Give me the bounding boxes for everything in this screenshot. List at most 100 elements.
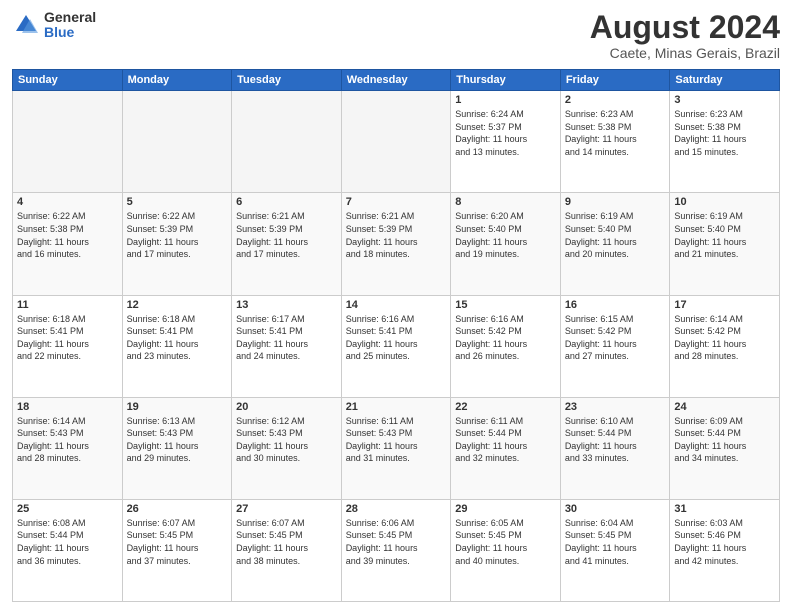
day-info: Sunrise: 6:18 AMSunset: 5:41 PMDaylight:… <box>17 313 118 363</box>
day-number: 29 <box>455 503 556 515</box>
calendar-table: SundayMondayTuesdayWednesdayThursdayFrid… <box>12 69 780 602</box>
logo-text: General Blue <box>44 10 96 41</box>
calendar-cell: 2 Sunrise: 6:23 AMSunset: 5:38 PMDaylight… <box>560 91 670 193</box>
day-info: Sunrise: 6:21 AMSunset: 5:39 PMDaylight:… <box>346 210 447 260</box>
day-number: 9 <box>565 196 666 208</box>
day-info: Sunrise: 6:21 AMSunset: 5:39 PMDaylight:… <box>236 210 337 260</box>
column-header-saturday: Saturday <box>670 70 780 91</box>
calendar-cell: 29 Sunrise: 6:05 AMSunset: 5:45 PMDayligh… <box>451 499 561 601</box>
week-row-1: 1Sunrise: 6:24 AMSunset: 5:37 PMDaylight… <box>13 91 780 193</box>
calendar-cell: 18Sunrise: 6:14 AMSunset: 5:43 PMDayligh… <box>13 397 123 499</box>
day-info: Sunrise: 6:22 AMSunset: 5:38 PMDaylight:… <box>17 210 118 260</box>
day-number: 21 <box>346 401 447 413</box>
calendar-cell: 28 Sunrise: 6:06 AMSunset: 5:45 PMDayligh… <box>341 499 451 601</box>
day-number: 8 <box>455 196 556 208</box>
day-info: Sunrise: 6:16 AMSunset: 5:41 PMDaylight:… <box>346 313 447 363</box>
calendar-cell: 6 Sunrise: 6:21 AMSunset: 5:39 PMDaylight… <box>232 193 342 295</box>
calendar-cell: 15 Sunrise: 6:16 AMSunset: 5:42 PMDayligh… <box>451 295 561 397</box>
column-header-monday: Monday <box>122 70 232 91</box>
day-number: 28 <box>346 503 447 515</box>
day-number: 16 <box>565 299 666 311</box>
title-block: August 2024 Caete, Minas Gerais, Brazil <box>590 10 780 61</box>
calendar-cell: 24Sunrise: 6:09 AMSunset: 5:44 PMDayligh… <box>670 397 780 499</box>
day-number: 10 <box>674 196 775 208</box>
day-info: Sunrise: 6:05 AMSunset: 5:45 PMDaylight:… <box>455 517 556 567</box>
calendar-cell: 30 Sunrise: 6:04 AMSunset: 5:45 PMDayligh… <box>560 499 670 601</box>
calendar-cell: 12Sunrise: 6:18 AMSunset: 5:41 PMDayligh… <box>122 295 232 397</box>
day-info: Sunrise: 6:15 AMSunset: 5:42 PMDaylight:… <box>565 313 666 363</box>
day-number: 27 <box>236 503 337 515</box>
day-info: Sunrise: 6:18 AMSunset: 5:41 PMDaylight:… <box>127 313 228 363</box>
day-info: Sunrise: 6:10 AMSunset: 5:44 PMDaylight:… <box>565 415 666 465</box>
day-info: Sunrise: 6:07 AMSunset: 5:45 PMDaylight:… <box>236 517 337 567</box>
calendar-cell: 14 Sunrise: 6:16 AMSunset: 5:41 PMDayligh… <box>341 295 451 397</box>
day-info: Sunrise: 6:14 AMSunset: 5:42 PMDaylight:… <box>674 313 775 363</box>
day-info: Sunrise: 6:22 AMSunset: 5:39 PMDaylight:… <box>127 210 228 260</box>
day-info: Sunrise: 6:03 AMSunset: 5:46 PMDaylight:… <box>674 517 775 567</box>
page-title: August 2024 <box>590 10 780 45</box>
header-row: SundayMondayTuesdayWednesdayThursdayFrid… <box>13 70 780 91</box>
day-info: Sunrise: 6:06 AMSunset: 5:45 PMDaylight:… <box>346 517 447 567</box>
day-number: 22 <box>455 401 556 413</box>
logo-blue-text: Blue <box>44 25 96 40</box>
week-row-4: 18Sunrise: 6:14 AMSunset: 5:43 PMDayligh… <box>13 397 780 499</box>
calendar-cell: 16 Sunrise: 6:15 AMSunset: 5:42 PMDayligh… <box>560 295 670 397</box>
day-number: 20 <box>236 401 337 413</box>
calendar-cell <box>341 91 451 193</box>
day-number: 14 <box>346 299 447 311</box>
day-number: 6 <box>236 196 337 208</box>
day-info: Sunrise: 6:11 AMSunset: 5:44 PMDaylight:… <box>455 415 556 465</box>
calendar-cell: 31 Sunrise: 6:03 AMSunset: 5:46 PMDayligh… <box>670 499 780 601</box>
day-info: Sunrise: 6:08 AMSunset: 5:44 PMDaylight:… <box>17 517 118 567</box>
calendar-cell: 3Sunrise: 6:23 AMSunset: 5:38 PMDaylight… <box>670 91 780 193</box>
day-number: 5 <box>127 196 228 208</box>
day-info: Sunrise: 6:23 AMSunset: 5:38 PMDaylight:… <box>565 108 666 158</box>
week-row-3: 11 Sunrise: 6:18 AMSunset: 5:41 PMDayligh… <box>13 295 780 397</box>
day-number: 26 <box>127 503 228 515</box>
day-number: 17 <box>674 299 775 311</box>
day-info: Sunrise: 6:14 AMSunset: 5:43 PMDaylight:… <box>17 415 118 465</box>
calendar-cell: 25 Sunrise: 6:08 AMSunset: 5:44 PMDayligh… <box>13 499 123 601</box>
day-number: 30 <box>565 503 666 515</box>
day-info: Sunrise: 6:11 AMSunset: 5:43 PMDaylight:… <box>346 415 447 465</box>
calendar-cell: 8Sunrise: 6:20 AMSunset: 5:40 PMDaylight… <box>451 193 561 295</box>
day-number: 24 <box>674 401 775 413</box>
logo-general-text: General <box>44 10 96 25</box>
calendar-cell: 17 Sunrise: 6:14 AMSunset: 5:42 PMDayligh… <box>670 295 780 397</box>
column-header-thursday: Thursday <box>451 70 561 91</box>
day-number: 31 <box>674 503 775 515</box>
calendar-cell: 1Sunrise: 6:24 AMSunset: 5:37 PMDaylight… <box>451 91 561 193</box>
calendar-cell: 22 Sunrise: 6:11 AMSunset: 5:44 PMDayligh… <box>451 397 561 499</box>
day-info: Sunrise: 6:16 AMSunset: 5:42 PMDaylight:… <box>455 313 556 363</box>
calendar-cell: 19Sunrise: 6:13 AMSunset: 5:43 PMDayligh… <box>122 397 232 499</box>
day-number: 7 <box>346 196 447 208</box>
day-number: 15 <box>455 299 556 311</box>
column-header-sunday: Sunday <box>13 70 123 91</box>
column-header-tuesday: Tuesday <box>232 70 342 91</box>
calendar-cell: 23 Sunrise: 6:10 AMSunset: 5:44 PMDayligh… <box>560 397 670 499</box>
day-number: 2 <box>565 94 666 106</box>
calendar-cell: 11 Sunrise: 6:18 AMSunset: 5:41 PMDayligh… <box>13 295 123 397</box>
calendar-cell: 20Sunrise: 6:12 AMSunset: 5:43 PMDayligh… <box>232 397 342 499</box>
day-info: Sunrise: 6:07 AMSunset: 5:45 PMDaylight:… <box>127 517 228 567</box>
calendar-cell <box>122 91 232 193</box>
calendar-cell: 4 Sunrise: 6:22 AMSunset: 5:38 PMDaylight… <box>13 193 123 295</box>
calendar-cell: 9Sunrise: 6:19 AMSunset: 5:40 PMDaylight… <box>560 193 670 295</box>
day-number: 13 <box>236 299 337 311</box>
column-header-friday: Friday <box>560 70 670 91</box>
page-subtitle: Caete, Minas Gerais, Brazil <box>590 45 780 61</box>
day-number: 4 <box>17 196 118 208</box>
day-number: 25 <box>17 503 118 515</box>
day-info: Sunrise: 6:13 AMSunset: 5:43 PMDaylight:… <box>127 415 228 465</box>
calendar-cell: 13Sunrise: 6:17 AMSunset: 5:41 PMDayligh… <box>232 295 342 397</box>
logo-icon <box>12 11 40 39</box>
day-number: 11 <box>17 299 118 311</box>
day-number: 23 <box>565 401 666 413</box>
logo: General Blue <box>12 10 96 41</box>
day-info: Sunrise: 6:04 AMSunset: 5:45 PMDaylight:… <box>565 517 666 567</box>
week-row-5: 25 Sunrise: 6:08 AMSunset: 5:44 PMDayligh… <box>13 499 780 601</box>
calendar-cell: 7 Sunrise: 6:21 AMSunset: 5:39 PMDaylight… <box>341 193 451 295</box>
header: General Blue August 2024 Caete, Minas Ge… <box>12 10 780 61</box>
calendar-body: 1Sunrise: 6:24 AMSunset: 5:37 PMDaylight… <box>13 91 780 602</box>
day-number: 1 <box>455 94 556 106</box>
